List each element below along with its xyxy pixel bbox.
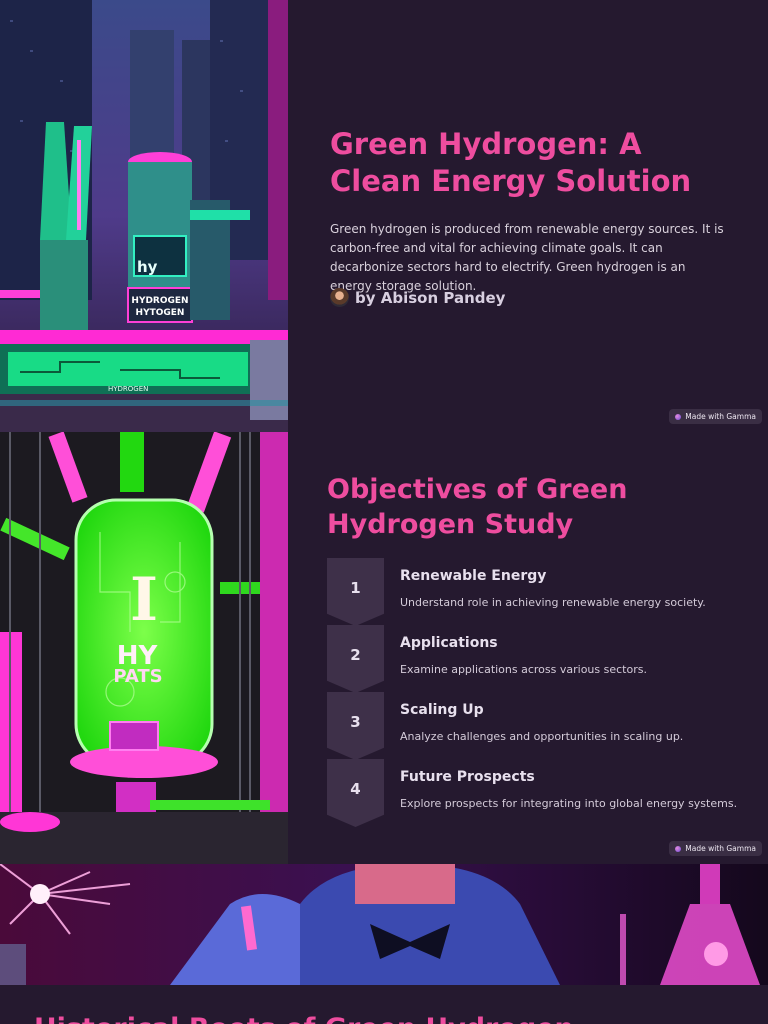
art-tank-letter: I [130, 565, 158, 635]
objective-description: Examine applications across various sect… [400, 663, 647, 676]
cyberpunk-hydrogen-plant-image: hy HYDROGEN HYTOGEN HYDROGEN [0, 0, 288, 432]
objective-item: 4 Future Prospects Explore prospects for… [327, 759, 747, 827]
art-tank-line2: PATS [113, 666, 162, 687]
step-number: 2 [350, 646, 361, 664]
objective-heading: Renewable Energy [400, 568, 547, 584]
objective-description: Analyze challenges and opportunities in … [400, 730, 684, 743]
art-label-line1: HYDROGEN [131, 296, 188, 306]
made-with-gamma-badge[interactable]: Made with Gamma [669, 841, 762, 856]
step-number: 3 [350, 713, 361, 731]
historical-roots-heading: Historical Roots of Green Hydrogen [34, 1013, 574, 1024]
objective-heading: Future Prospects [400, 769, 535, 785]
presentation-page: hy HYDROGEN HYTOGEN HYDROGEN Green Hydro… [0, 0, 768, 1024]
step-number-chevron: 2 [327, 625, 384, 693]
author-name: by Abison Pandey [355, 288, 506, 307]
step-number: 4 [350, 780, 361, 798]
objective-heading: Applications [400, 635, 498, 651]
gamma-logo-icon [675, 413, 682, 420]
objective-heading: Scaling Up [400, 702, 484, 718]
art-small-label: HYDROGEN [108, 385, 148, 393]
author-avatar [330, 288, 349, 307]
badge-label: Made with Gamma [685, 412, 756, 421]
objective-item: 2 Applications Examine applications acro… [327, 625, 747, 693]
objectives-heading: Objectives of Green Hydrogen Study [327, 474, 628, 540]
art-label-line2: HYTOGEN [136, 308, 185, 318]
slide-historical-roots: Historical Roots of Green Hydrogen [0, 985, 768, 1024]
step-number: 1 [350, 579, 361, 597]
slide-objectives: I HY PATS Objectives of Green Hydrogen S… [0, 432, 768, 864]
slide-title: hy HYDROGEN HYTOGEN HYDROGEN Green Hydro… [0, 0, 768, 432]
step-number-chevron: 3 [327, 692, 384, 760]
objective-description: Understand role in achieving renewable e… [400, 596, 706, 609]
slide-description: Green hydrogen is produced from renewabl… [330, 222, 724, 293]
neon-hydrogen-tank-image: I HY PATS [0, 432, 288, 864]
slide-title-heading: Green Hydrogen: A Clean Energy Solution [330, 127, 692, 198]
author-byline: by Abison Pandey [330, 288, 505, 307]
made-with-gamma-badge[interactable]: Made with Gamma [669, 409, 762, 424]
step-number-chevron: 1 [327, 558, 384, 626]
art-hy-text: hy [137, 258, 158, 276]
scientist-lab-banner-image [0, 864, 768, 985]
objective-description: Explore prospects for integrating into g… [400, 797, 738, 810]
objective-item: 3 Scaling Up Analyze challenges and oppo… [327, 692, 747, 760]
step-number-chevron: 4 [327, 759, 384, 827]
badge-label: Made with Gamma [685, 844, 756, 853]
gamma-logo-icon [675, 845, 682, 852]
objective-item: 1 Renewable Energy Understand role in ac… [327, 558, 747, 626]
